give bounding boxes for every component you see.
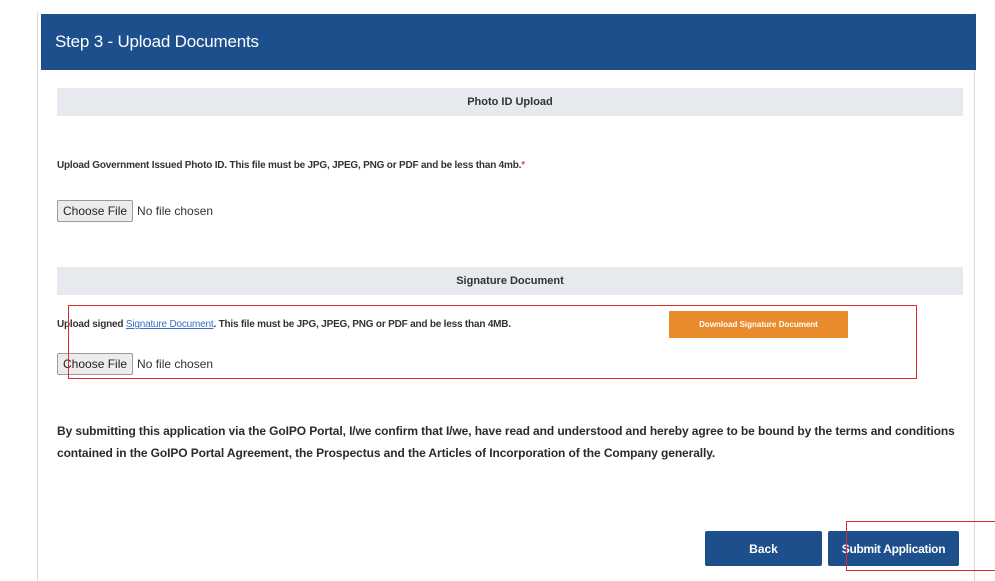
required-marker: *: [521, 160, 525, 171]
page-title: Step 3 - Upload Documents: [55, 32, 259, 51]
photo-id-file-status: No file chosen: [137, 204, 214, 218]
photo-id-choose-file-button[interactable]: Choose File: [57, 200, 134, 222]
upload-documents-page: Step 3 - Upload Documents Photo ID Uploa…: [0, 0, 995, 581]
highlight-box-submit: [846, 521, 995, 571]
photo-id-section-title: Photo ID Upload: [467, 96, 553, 108]
photo-id-section-header: Photo ID Upload: [57, 88, 963, 116]
agreement-text: By submitting this application via the G…: [57, 424, 955, 460]
photo-id-instruction-text: Upload Government Issued Photo ID. This …: [57, 160, 522, 171]
signature-section-header: Signature Document: [57, 267, 963, 295]
photo-id-instruction: Upload Government Issued Photo ID. This …: [57, 160, 525, 171]
step-header: Step 3 - Upload Documents: [41, 14, 976, 70]
back-button[interactable]: Back: [705, 531, 822, 566]
signature-section-title: Signature Document: [456, 275, 564, 287]
highlight-box-signature: [68, 305, 917, 379]
photo-id-file-input: Choose File No file chosen: [57, 200, 213, 222]
